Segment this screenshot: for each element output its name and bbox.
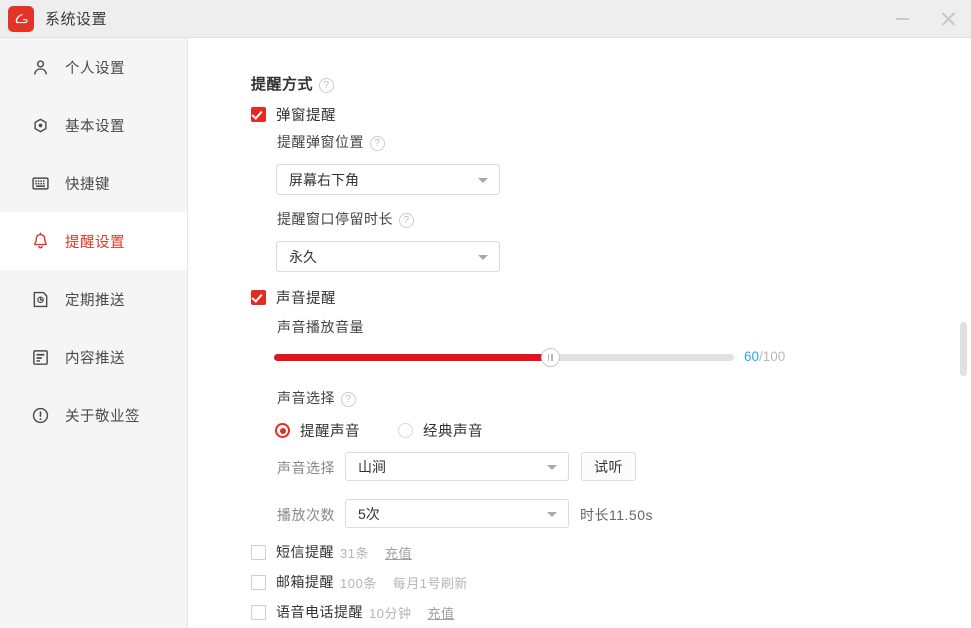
radio-classic-sound[interactable]: 经典声音 xyxy=(398,420,483,441)
sidebar-item-label: 基本设置 xyxy=(65,118,125,135)
settings-window: 系统设置 个人设置 基本设置 快捷键 提醒设置 定期推送 内容推送 关于敬业签 … xyxy=(0,0,971,628)
sms-reminder-row[interactable]: 短信提醒 31条 充值 xyxy=(251,542,412,562)
chevron-down-icon xyxy=(478,177,488,183)
reminder-settings-panel: 提醒方式? 弹窗提醒 提醒弹窗位置? 屏幕右下角 提醒窗口停留时长? 永久 声音… xyxy=(189,38,971,628)
sidebar-item-schedule[interactable]: 定期推送 xyxy=(0,270,187,328)
sound-file-select[interactable]: 山涧 xyxy=(345,452,569,481)
email-reminder-label: 邮箱提醒 xyxy=(276,574,334,590)
sound-select-group-label-text: 声音选择 xyxy=(277,390,335,406)
window-controls xyxy=(879,0,971,38)
minimize-icon xyxy=(895,18,909,20)
email-refresh-note: 每月1号刷新 xyxy=(392,575,468,591)
email-reminder-row[interactable]: 邮箱提醒 100条 每月1号刷新 xyxy=(251,572,468,592)
radio-label: 经典声音 xyxy=(423,424,483,440)
volume-value-display: 60/100 xyxy=(744,349,785,364)
sidebar-item-basic[interactable]: 基本设置 xyxy=(0,96,187,154)
help-icon[interactable]: ? xyxy=(319,78,335,93)
play-count-label: 播放次数 xyxy=(277,507,335,523)
volume-max-value: /100 xyxy=(759,349,786,364)
chevron-down-icon xyxy=(478,254,488,260)
sound-duration-text: 时长11.50s xyxy=(580,507,653,523)
voice-recharge-link[interactable]: 充值 xyxy=(427,603,454,622)
sidebar-item-reminder[interactable]: 提醒设置 xyxy=(0,212,187,270)
sidebar-item-label: 提醒设置 xyxy=(65,234,125,251)
radio-label: 提醒声音 xyxy=(300,424,360,440)
popup-duration-label-text: 提醒窗口停留时长 xyxy=(277,211,393,227)
sidebar-item-label: 个人设置 xyxy=(65,60,125,77)
sidebar-item-personal[interactable]: 个人设置 xyxy=(0,38,187,96)
page-title-text: 提醒方式 xyxy=(251,76,314,93)
voice-reminder-row[interactable]: 语音电话提醒 10分钟 充值 xyxy=(251,602,454,622)
sidebar-item-shortcut[interactable]: 快捷键 xyxy=(0,154,187,212)
sound-field-label: 声音选择 xyxy=(277,460,335,476)
email-reminder-count: 100条 xyxy=(340,575,377,591)
popup-reminder-checkbox[interactable] xyxy=(251,107,266,122)
scrollbar-thumb[interactable] xyxy=(960,322,967,376)
close-icon xyxy=(940,11,956,27)
popup-duration-value: 永久 xyxy=(289,248,317,265)
sms-reminder-count: 31条 xyxy=(340,545,369,561)
jingyeqian-logo-icon xyxy=(8,5,34,32)
minimize-button[interactable] xyxy=(879,0,925,38)
handle-grip-bar xyxy=(547,354,549,361)
popup-reminder-label: 弹窗提醒 xyxy=(276,108,336,124)
sound-select-group-label: 声音选择? xyxy=(277,388,356,408)
sound-reminder-checkbox-row[interactable]: 声音提醒 xyxy=(251,287,336,308)
info-icon xyxy=(30,405,50,425)
popup-position-label: 提醒弹窗位置? xyxy=(277,132,385,152)
gear-icon xyxy=(30,115,50,135)
sms-reminder-checkbox[interactable] xyxy=(251,544,266,560)
document-icon xyxy=(30,347,50,367)
help-icon[interactable]: ? xyxy=(399,213,414,228)
content-scrollbar[interactable] xyxy=(960,38,969,628)
volume-slider-fill xyxy=(274,354,550,361)
volume-slider-handle[interactable] xyxy=(540,348,560,367)
sidebar-item-content[interactable]: 内容推送 xyxy=(0,328,187,386)
voice-reminder-checkbox[interactable] xyxy=(251,604,266,620)
sidebar-item-label: 内容推送 xyxy=(65,350,125,367)
play-count-value: 5次 xyxy=(358,505,380,522)
radio-reminder-sound[interactable]: 提醒声音 xyxy=(275,420,360,441)
voice-reminder-count: 10分钟 xyxy=(369,605,412,621)
sidebar: 个人设置 基本设置 快捷键 提醒设置 定期推送 内容推送 关于敬业签 xyxy=(0,38,188,628)
keyboard-icon xyxy=(30,173,50,193)
sound-reminder-label: 声音提醒 xyxy=(276,291,336,307)
sidebar-item-about[interactable]: 关于敬业签 xyxy=(0,386,187,444)
window-title: 系统设置 xyxy=(45,11,108,28)
user-icon xyxy=(30,57,50,77)
sms-recharge-link[interactable]: 充值 xyxy=(385,543,412,562)
chevron-down-icon xyxy=(547,464,557,470)
sidebar-item-label: 关于敬业签 xyxy=(65,408,140,425)
popup-position-label-text: 提醒弹窗位置 xyxy=(277,134,364,150)
radio-button[interactable] xyxy=(398,423,413,438)
popup-reminder-checkbox-row[interactable]: 弹窗提醒 xyxy=(251,104,336,125)
bell-icon xyxy=(30,231,50,251)
volume-slider-track[interactable] xyxy=(274,354,734,361)
sms-reminder-label: 短信提醒 xyxy=(276,544,334,560)
page-title: 提醒方式? xyxy=(251,73,335,94)
popup-duration-label: 提醒窗口停留时长? xyxy=(277,209,414,229)
help-icon[interactable]: ? xyxy=(341,392,356,407)
preview-sound-button[interactable]: 试听 xyxy=(581,452,636,481)
close-button[interactable] xyxy=(925,0,971,38)
popup-position-select[interactable]: 屏幕右下角 xyxy=(276,164,500,195)
voice-reminder-label: 语音电话提醒 xyxy=(276,604,363,620)
radio-button[interactable] xyxy=(275,423,290,438)
sound-file-value: 山涧 xyxy=(358,458,386,475)
help-icon[interactable]: ? xyxy=(370,136,385,151)
handle-grip-bar xyxy=(551,354,553,361)
popup-position-value: 屏幕右下角 xyxy=(289,171,359,188)
popup-duration-select[interactable]: 永久 xyxy=(276,241,500,272)
volume-label: 声音播放音量 xyxy=(277,319,364,335)
sidebar-item-label: 快捷键 xyxy=(65,176,110,193)
email-reminder-checkbox[interactable] xyxy=(251,574,266,590)
chevron-down-icon xyxy=(547,511,557,517)
clock-page-icon xyxy=(30,289,50,309)
sidebar-item-label: 定期推送 xyxy=(65,292,125,309)
sound-reminder-checkbox[interactable] xyxy=(251,290,266,305)
play-count-select[interactable]: 5次 xyxy=(345,499,569,528)
volume-current-value: 60 xyxy=(744,349,760,364)
title-bar: 系统设置 xyxy=(0,0,971,38)
